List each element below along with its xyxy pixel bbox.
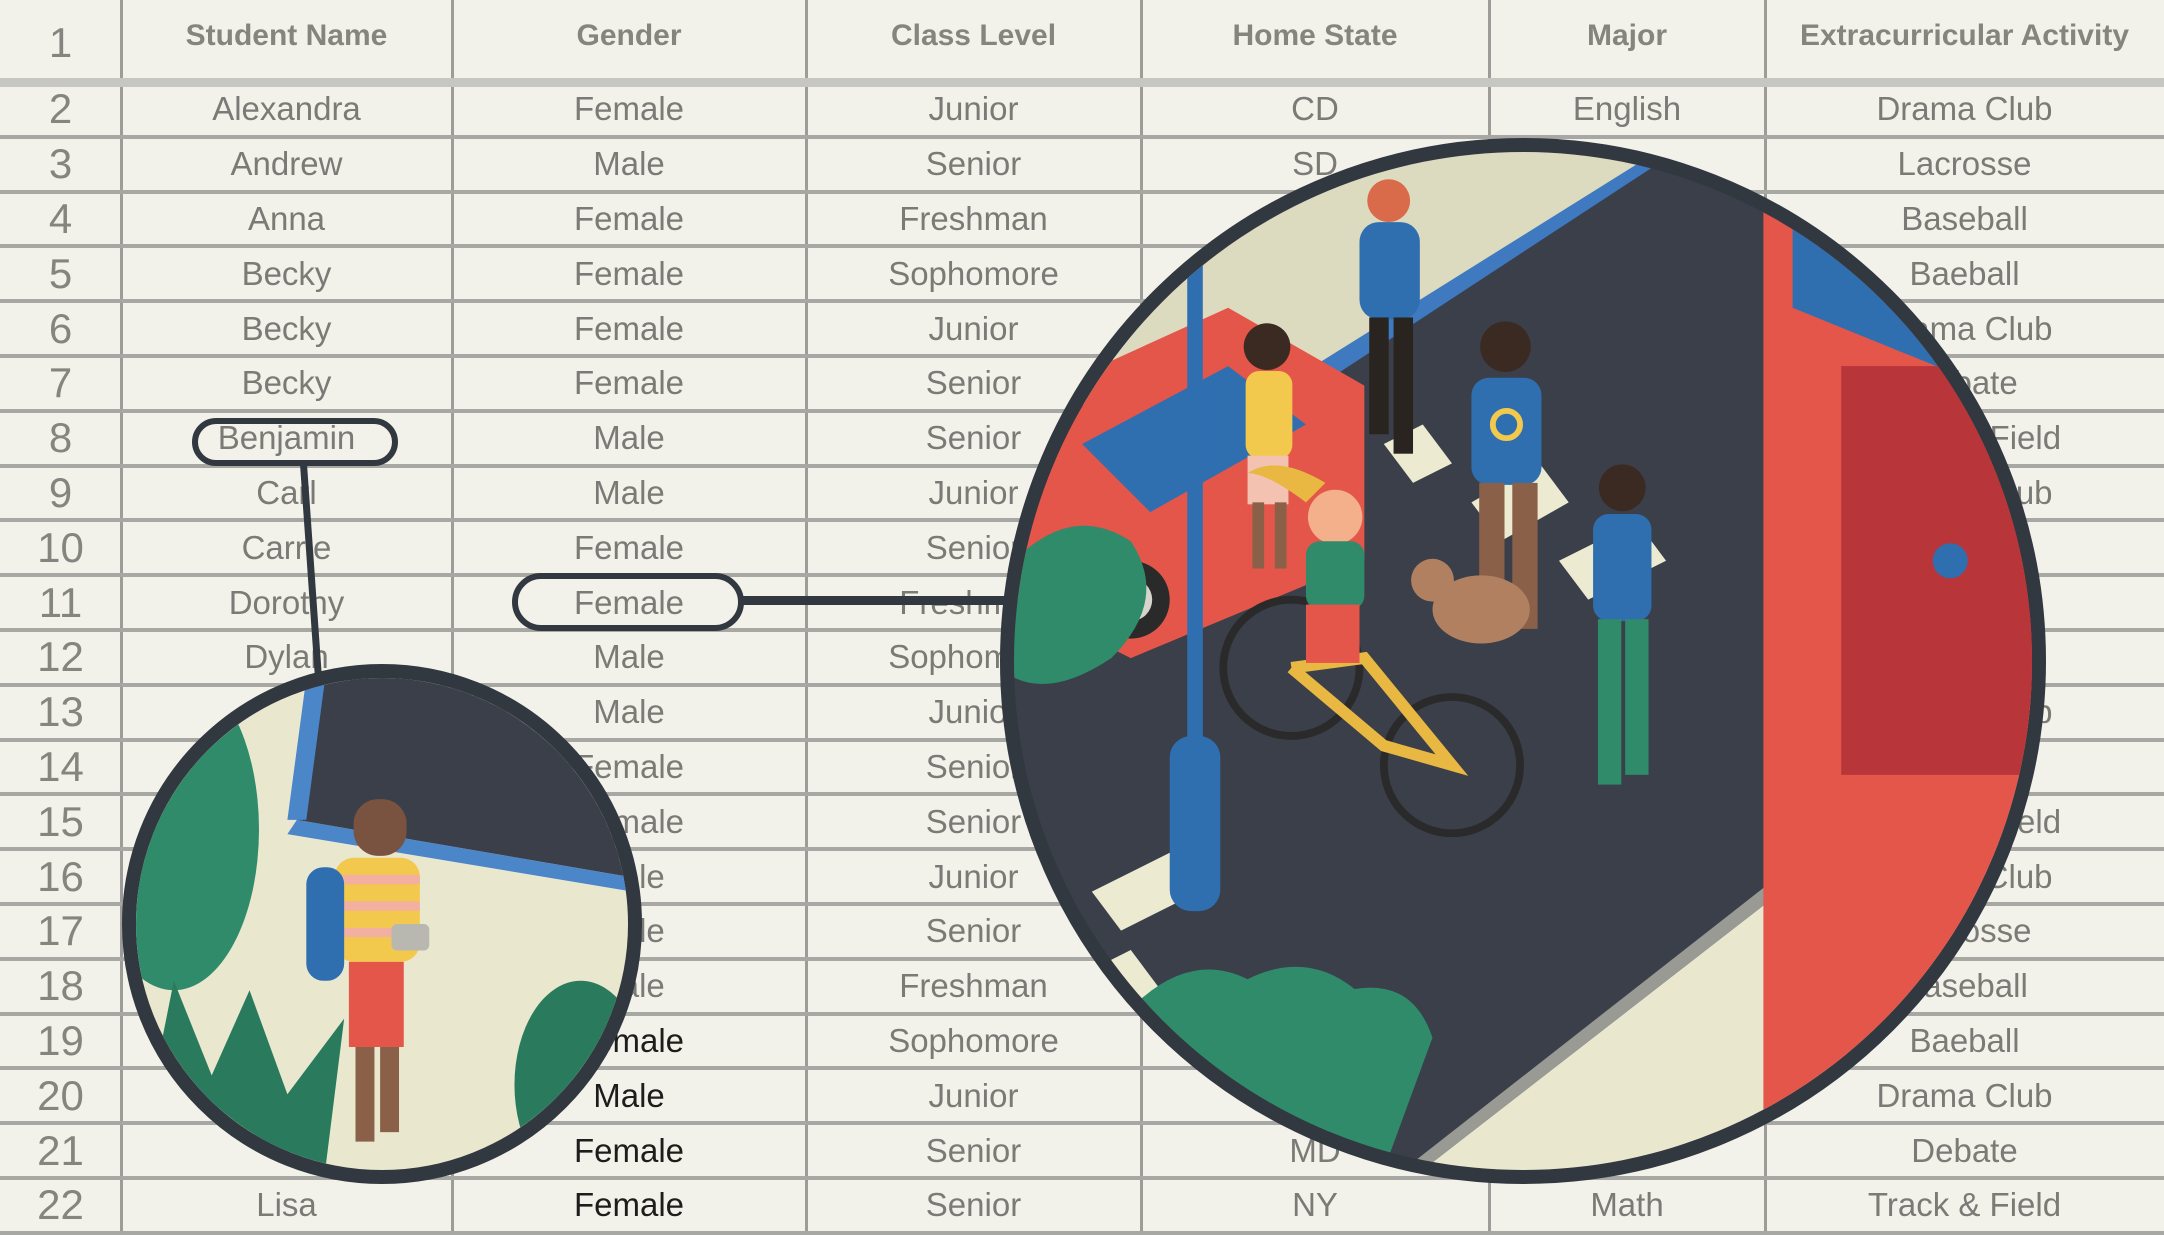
gender-cell[interactable]: Male (452, 466, 806, 521)
row-number: 17 (37, 907, 84, 955)
large-magnifier-lens (1000, 138, 2046, 1184)
gender-cell[interactable]: Female (452, 1178, 806, 1233)
home-state-cell[interactable]: CD (1141, 82, 1489, 137)
lamp-post (1187, 152, 1203, 834)
gender-cell[interactable]: Female (452, 520, 806, 575)
street-scene-illustration (1014, 152, 2032, 1170)
row-number: 4 (48, 194, 73, 242)
column-header[interactable]: Student Name (121, 0, 452, 72)
row-number: 5 (48, 249, 73, 297)
gender-cell[interactable]: Female (452, 301, 806, 356)
class-level-cell[interactable]: Senior (806, 1178, 1141, 1233)
small-magnifier-lens (122, 664, 642, 1184)
student-name-cell[interactable]: Becky (121, 356, 452, 411)
row-number: 14 (37, 742, 84, 790)
row-number: 9 (48, 468, 73, 516)
row-number: 16 (37, 852, 84, 900)
row-number: 21 (37, 1126, 84, 1174)
home-state-cell[interactable]: NY (1141, 1178, 1489, 1233)
row-number: 6 (48, 304, 73, 352)
row-number: 3 (48, 140, 73, 188)
row-number: 15 (37, 797, 84, 845)
row-number: 22 (37, 1181, 84, 1229)
row-number: 19 (37, 1016, 84, 1064)
column-header[interactable]: Home State (1141, 0, 1489, 72)
dog (1411, 558, 1530, 644)
gender-cell[interactable]: Female (452, 192, 806, 247)
gender-cell[interactable]: Female (452, 356, 806, 411)
activity-cell[interactable]: Track & Field (1765, 1178, 2164, 1233)
student-name-cell[interactable]: Alexandra (121, 82, 452, 137)
row-number: 8 (48, 414, 73, 462)
activity-cell[interactable]: Drama Club (1765, 82, 2164, 137)
row-number: 2 (48, 85, 73, 133)
student-name-cell[interactable]: Andrew (121, 137, 452, 192)
highlight-benjamin[interactable] (192, 418, 398, 466)
row-number: 18 (37, 962, 84, 1010)
gender-cell[interactable]: Male (452, 411, 806, 466)
gender-cell[interactable]: Female (452, 82, 806, 137)
student-name-cell[interactable]: Anna (121, 192, 452, 247)
student-name-cell[interactable]: Carl (121, 466, 452, 521)
student-name-cell[interactable]: Becky (121, 246, 452, 301)
row-number: 10 (37, 523, 84, 571)
column-header[interactable]: Major (1489, 0, 1765, 72)
row-number: 1 (48, 19, 73, 66)
student-illustration (136, 678, 628, 1170)
gender-cell[interactable]: Female (452, 246, 806, 301)
student-name-cell[interactable]: Becky (121, 301, 452, 356)
gender-cell[interactable]: Male (452, 137, 806, 192)
student-name-cell[interactable]: Carrie (121, 520, 452, 575)
gender-cell[interactable]: Male (452, 630, 806, 685)
student-name-cell[interactable]: Lisa (121, 1178, 452, 1233)
red-building (1763, 152, 2032, 1170)
major-cell[interactable]: English (1489, 82, 1765, 137)
row-number: 12 (37, 633, 84, 681)
column-header[interactable]: Extracurricular Activity (1765, 0, 2164, 72)
row-number: 7 (48, 359, 73, 407)
major-cell[interactable]: Math (1489, 1178, 1765, 1233)
woman-green-pants (1593, 464, 1652, 785)
class-level-cell[interactable]: Junior (806, 82, 1141, 137)
highlight-female[interactable] (512, 573, 744, 631)
column-header[interactable]: Class Level (806, 0, 1141, 72)
student-name-cell[interactable]: Dorothy (121, 575, 452, 630)
row-number: 11 (38, 578, 83, 626)
column-header[interactable]: Gender (452, 0, 806, 72)
row-number: 20 (37, 1071, 84, 1119)
connector-line-large-lens (742, 596, 1012, 605)
row-number: 13 (37, 688, 84, 736)
